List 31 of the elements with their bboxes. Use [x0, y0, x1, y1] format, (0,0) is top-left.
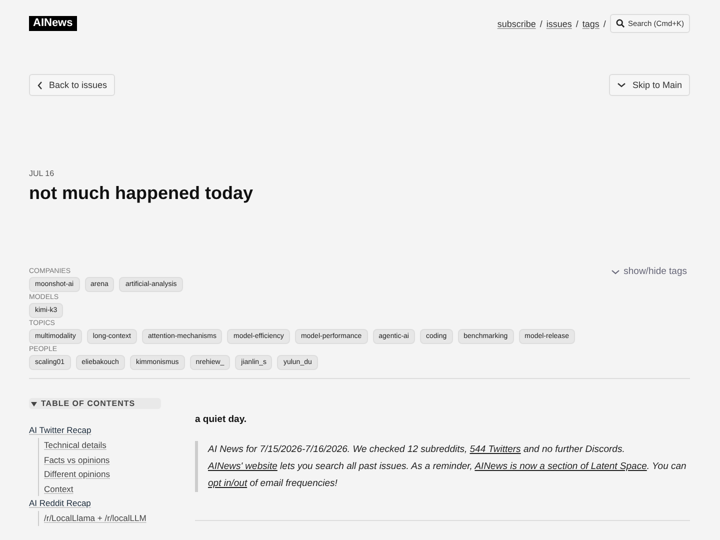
issue-date: JUL 16: [29, 169, 56, 178]
issue-title: not much happened today: [29, 183, 254, 204]
chevron-down-icon: [617, 82, 626, 88]
toc-link[interactable]: AI Reddit Recap: [29, 496, 91, 511]
separator: /: [603, 18, 606, 28]
triangle-down-icon: [31, 400, 37, 406]
toc-link[interactable]: Different opinions: [44, 467, 110, 482]
lead-text: a quiet day.: [195, 414, 248, 425]
nav-link[interactable]: tags: [582, 18, 600, 28]
show-hide-tags-toggle[interactable]: show/hide tags: [610, 266, 687, 277]
toc-link[interactable]: /r/LocalLlama + /r/localLLM: [44, 511, 146, 526]
back-button[interactable]: Back to issues: [29, 74, 116, 96]
separator: /: [540, 18, 542, 28]
inline-link[interactable]: AINews' website: [208, 461, 278, 472]
inline-link[interactable]: 544 Twitters: [470, 444, 521, 455]
toc-link[interactable]: Context: [44, 482, 74, 496]
chevron-down-icon: [610, 268, 620, 274]
search-icon: [616, 19, 625, 28]
inline-link[interactable]: AINews is now a section of Latent Space: [474, 461, 647, 472]
nav-link[interactable]: subscribe: [497, 18, 536, 28]
toc-toggle[interactable]: TABLE OF CONTENTS: [29, 398, 161, 409]
toc-link[interactable]: AI Twitter Recap: [29, 423, 92, 438]
toc-link[interactable]: Facts vs opinions: [44, 452, 110, 467]
skip-button[interactable]: Skip to Main: [609, 74, 690, 96]
separator: /: [576, 18, 578, 28]
intro-note: AI News for 7/15/2026-7/16/2026. We checked 12 subreddits, 544 Twitters and no further Discords. AINews' website lets you search all past issues. As a reminder, AINews is now a section of Latent Space. You can opt in/out of email frequencies!: [195, 441, 690, 492]
site-logo[interactable]: AINews: [29, 16, 77, 31]
inline-link[interactable]: opt in/out: [208, 478, 248, 489]
chevron-left-icon: [37, 80, 43, 90]
toc-link[interactable]: Technical details: [44, 438, 106, 452]
nav-link[interactable]: issues: [546, 18, 572, 28]
